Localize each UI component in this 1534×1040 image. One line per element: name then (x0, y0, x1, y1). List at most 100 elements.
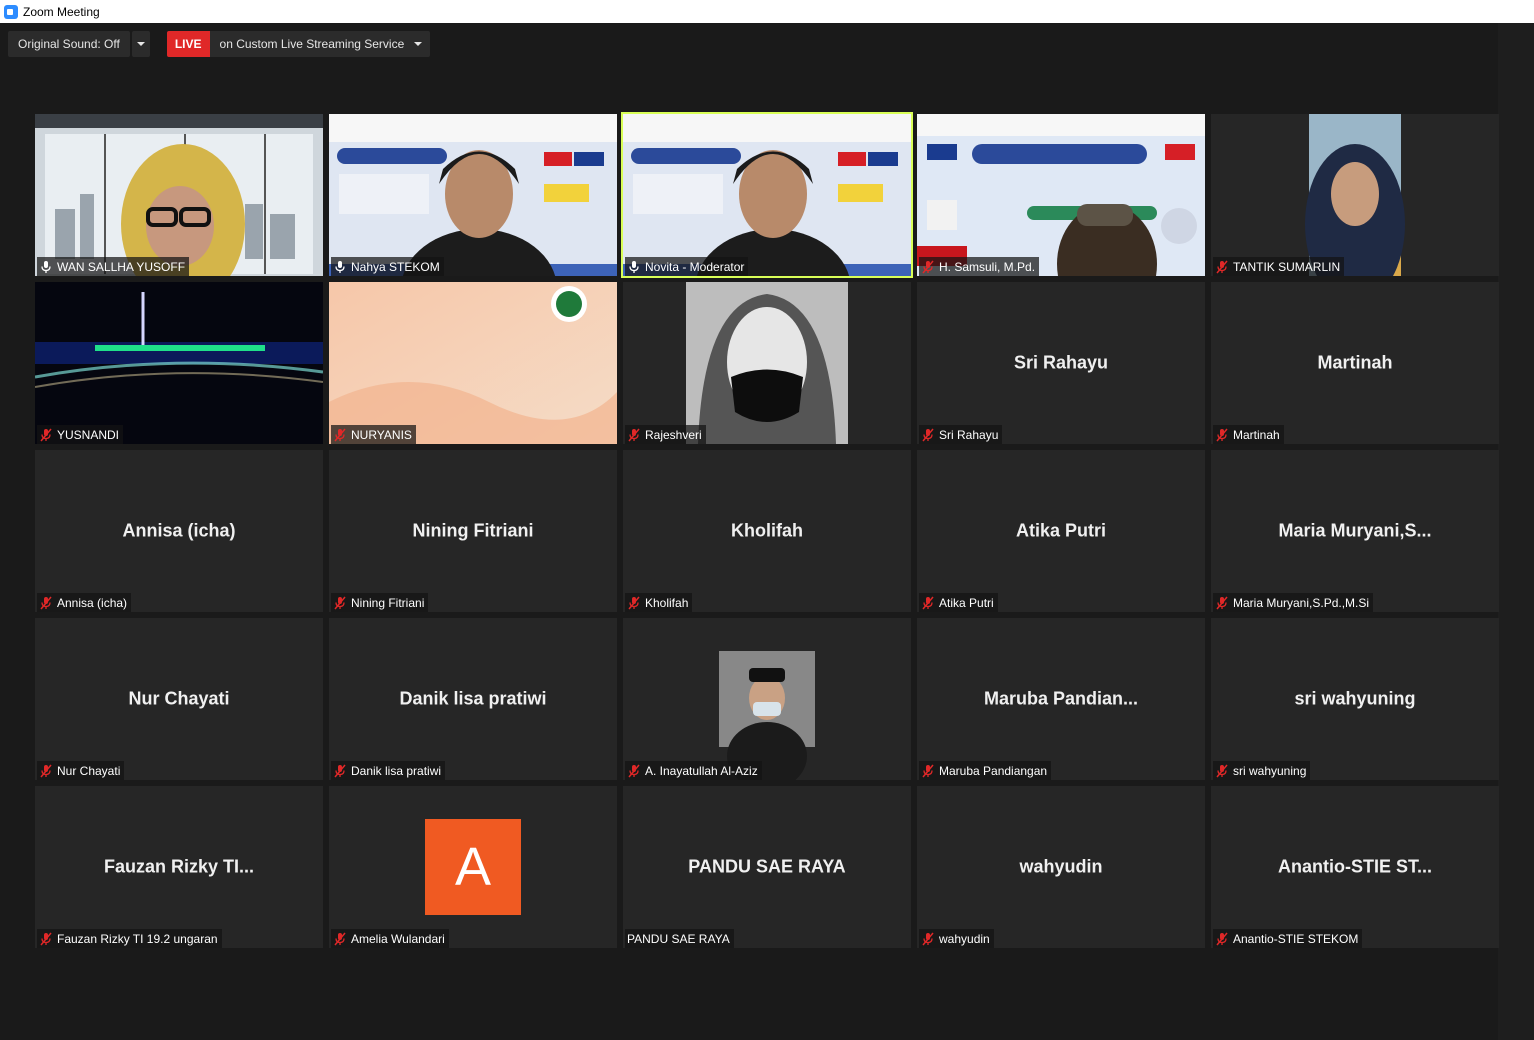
participant-name: A. Inayatullah Al-Aziz (645, 763, 758, 778)
participant-name: Sri Rahayu (939, 427, 999, 442)
participant-tile[interactable]: WAN SALLHA YUSOFF (35, 114, 323, 276)
participant-tile[interactable]: YUSNANDI (35, 282, 323, 444)
participant-name: wahyudin (939, 931, 990, 946)
participant-name: Danik lisa pratiwi (351, 763, 442, 778)
participant-name-label: Nining Fitriani (331, 593, 429, 612)
participant-tile[interactable]: Fauzan Rizky TI... Fauzan Rizky TI 19.2 u… (35, 786, 323, 948)
participant-name: TANTIK SUMARLIN (1233, 259, 1341, 274)
participant-display-name: sri wahyuning (1294, 688, 1416, 709)
original-sound-dropdown[interactable] (131, 31, 150, 57)
participant-display-name: PANDU SAE RAYA (688, 856, 846, 877)
participant-name-label: sri wahyuning (1213, 761, 1311, 780)
mic-muted-icon (39, 764, 53, 778)
participant-display-name: Maruba Pandian... (983, 688, 1139, 709)
mic-muted-icon (627, 596, 641, 610)
participant-name-label: PANDU SAE RAYA (625, 929, 734, 948)
participant-name-label: Fauzan Rizky TI 19.2 ungaran (37, 929, 222, 948)
participant-name-label: Rajeshveri (625, 425, 706, 444)
participant-tile[interactable]: Nining Fitriani Nining Fitriani (329, 450, 617, 612)
mic-muted-icon (921, 764, 935, 778)
mic-on-icon (333, 260, 347, 274)
participant-name: Kholifah (645, 595, 689, 610)
participant-tile[interactable]: wahyudin wahyudin (917, 786, 1205, 948)
participant-tile[interactable]: A. Inayatullah Al-Aziz (623, 618, 911, 780)
participant-tile[interactable]: Annisa (icha) Annisa (icha) (35, 450, 323, 612)
participant-name-label: H. Samsuli, M.Pd. (919, 257, 1040, 276)
participant-name: YUSNANDI (57, 427, 120, 442)
participant-name: Fauzan Rizky TI 19.2 ungaran (57, 931, 218, 946)
participant-tile[interactable]: Sri Rahayu Sri Rahayu (917, 282, 1205, 444)
participant-display-name: Martinah (1317, 352, 1393, 373)
gallery-grid: WAN SALLHA YUSOFF Nahya STEKOM Novita - Mo… (35, 112, 1499, 949)
participant-name: Novita - Moderator (645, 259, 745, 274)
participant-name: Martinah (1233, 427, 1280, 442)
mic-muted-icon (1215, 932, 1229, 946)
right-edge-strip (1498, 23, 1534, 1040)
live-streaming-service-button[interactable]: on Custom Live Streaming Service (209, 31, 431, 57)
participant-name: Rajeshveri (645, 427, 702, 442)
participant-name: Nahya STEKOM (351, 259, 440, 274)
participant-display-name: Nining Fitriani (412, 520, 534, 541)
participant-tile[interactable]: Rajeshveri (623, 282, 911, 444)
participant-display-name: Maria Muryani,S... (1278, 520, 1432, 541)
participant-name-label: Amelia Wulandari (331, 929, 449, 948)
mic-muted-icon (1215, 260, 1229, 274)
participant-tile[interactable]: Martinah Martinah (1211, 282, 1499, 444)
participant-tile[interactable]: Anantio-STIE ST... Anantio-STIE STEKOM (1211, 786, 1499, 948)
participant-name-label: Atika Putri (919, 593, 998, 612)
participant-display-name: wahyudin (1019, 856, 1103, 877)
participant-name-label: Martinah (1213, 425, 1284, 444)
participant-display-name: Sri Rahayu (1013, 352, 1109, 373)
mic-on-icon (627, 260, 641, 274)
mic-muted-icon (921, 596, 935, 610)
participant-name: PANDU SAE RAYA (627, 931, 730, 946)
mic-muted-icon (39, 428, 53, 442)
mic-muted-icon (921, 932, 935, 946)
participant-name-label: A. Inayatullah Al-Aziz (625, 761, 762, 780)
participant-tile[interactable]: Danik lisa pratiwi Danik lisa pratiwi (329, 618, 617, 780)
chevron-down-icon (414, 42, 423, 46)
mic-muted-icon (1215, 596, 1229, 610)
participant-name: sri wahyuning (1233, 763, 1307, 778)
participant-tile[interactable]: A Amelia Wulandari (329, 786, 617, 948)
participant-tile[interactable]: PANDU SAE RAYA PANDU SAE RAYA (623, 786, 911, 948)
participant-tile[interactable]: Kholifah Kholifah (623, 450, 911, 612)
mic-muted-icon (39, 596, 53, 610)
participant-name-label: Danik lisa pratiwi (331, 761, 446, 780)
participant-name: Nur Chayati (57, 763, 121, 778)
participant-display-name: Atika Putri (1015, 520, 1107, 541)
participant-display-name: Annisa (icha) (122, 520, 236, 541)
mic-muted-icon (1215, 428, 1229, 442)
participant-tile[interactable]: TANTIK SUMARLIN (1211, 114, 1499, 276)
participant-tile[interactable]: NURYANIS (329, 282, 617, 444)
mic-on-icon (39, 260, 53, 274)
participant-name: Atika Putri (939, 595, 994, 610)
mic-muted-icon (39, 932, 53, 946)
participant-tile[interactable]: H. Samsuli, M.Pd. (917, 114, 1205, 276)
participant-tile[interactable]: Novita - Moderator (621, 112, 913, 278)
participant-image (35, 282, 323, 444)
participant-profile-photo (623, 618, 911, 780)
participant-name-label: NURYANIS (331, 425, 416, 444)
participant-name-label: WAN SALLHA YUSOFF (37, 257, 190, 276)
participant-tile[interactable]: sri wahyuning sri wahyuning (1211, 618, 1499, 780)
participant-display-name: Nur Chayati (128, 688, 230, 709)
original-sound-button[interactable]: Original Sound: Off (8, 31, 130, 57)
participant-tile[interactable]: Nur Chayati Nur Chayati (35, 618, 323, 780)
participant-tile[interactable]: Maruba Pandian... Maruba Pandiangan (917, 618, 1205, 780)
participant-video (917, 114, 1205, 276)
participant-tile[interactable]: Atika Putri Atika Putri (917, 450, 1205, 612)
participant-name-label: Nahya STEKOM (331, 257, 444, 276)
participant-image (623, 282, 911, 444)
participant-name: WAN SALLHA YUSOFF (57, 259, 186, 274)
participant-name-label: Annisa (icha) (37, 593, 132, 612)
chevron-down-icon (136, 42, 145, 46)
mic-muted-icon (1215, 764, 1229, 778)
participant-name-label: wahyudin (919, 929, 994, 948)
mic-muted-icon (921, 428, 935, 442)
participant-video (1211, 114, 1499, 276)
participant-tile[interactable]: Nahya STEKOM (329, 114, 617, 276)
participant-video (623, 114, 911, 276)
participant-display-name: Anantio-STIE ST... (1277, 856, 1432, 877)
participant-tile[interactable]: Maria Muryani,S... Maria Muryani,S.Pd.,M.… (1211, 450, 1499, 612)
